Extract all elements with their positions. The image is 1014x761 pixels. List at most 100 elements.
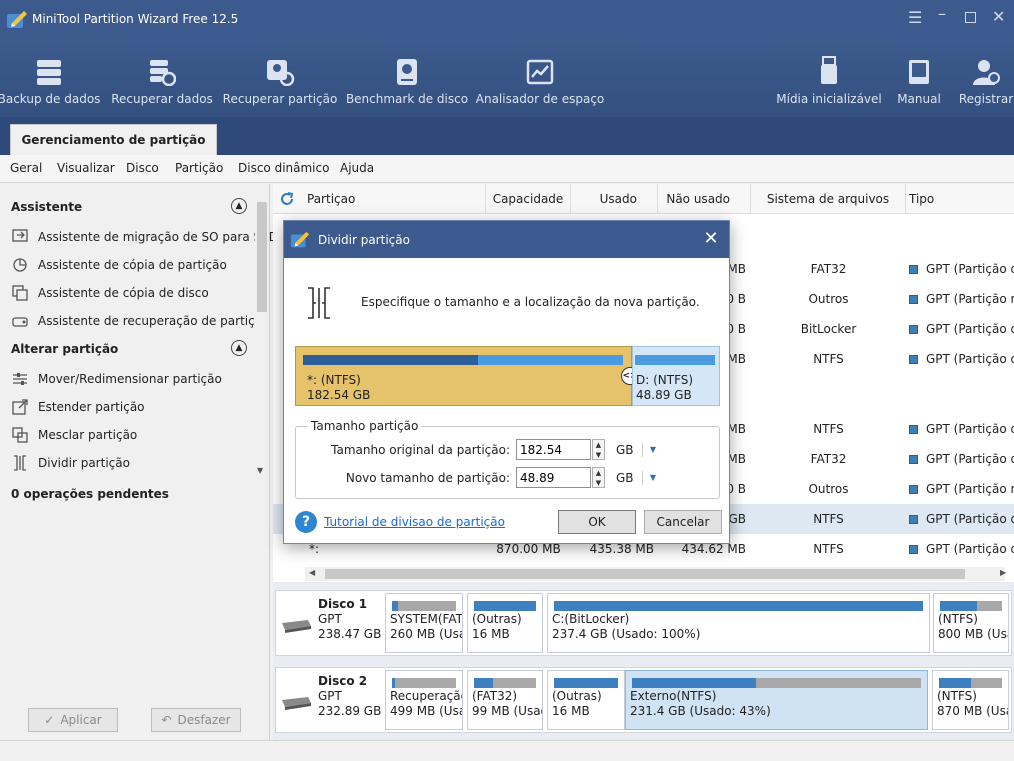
cell-type: GPT (Partição de — [909, 322, 1014, 336]
menu-view[interactable]: Visualizar — [57, 161, 115, 175]
scroll-down-icon[interactable]: ▼ — [257, 466, 263, 475]
disk-partition-block[interactable]: SYSTEM(FAT3260 MB (Usac — [385, 593, 463, 653]
original-size-stepper[interactable]: ▲ ▼ — [592, 439, 605, 460]
sidebar-item-label: Mesclar partição — [38, 428, 138, 442]
disk-2-info: Disco 2 GPT 232.89 GB — [318, 674, 381, 719]
manual-button[interactable]: Manual — [893, 40, 945, 117]
column-partition[interactable]: Partiçao — [307, 184, 486, 214]
menu-general[interactable]: Geral — [10, 161, 42, 175]
migrate-os-icon — [12, 229, 28, 242]
sidebar-item-label: Assistente de cópia de disco — [38, 286, 209, 300]
sidebar-item-label: Assistente de recuperação de partição — [38, 314, 270, 328]
menu-disk[interactable]: Disco — [126, 161, 159, 175]
recover-partition-button[interactable]: Recuperar partição — [223, 40, 337, 117]
help-icon[interactable]: ? — [295, 511, 317, 533]
check-icon: ✓ — [44, 713, 55, 727]
backup-label: Backup de dados — [0, 92, 101, 106]
sidebar-item-extend[interactable]: Estender partição — [12, 399, 145, 415]
cell-fs: FAT32 — [810, 452, 847, 466]
disk-2[interactable]: Disco 2 GPT 232.89 GB Recuperação 499 MB … — [275, 667, 1012, 733]
disk-partition-block[interactable]: C:(BitLocker) 237.4 GB (Usado: 100%) — [547, 593, 930, 653]
sidebar-item-merge[interactable]: Mesclar partição — [12, 427, 137, 443]
sidebar-item-partition-recovery[interactable]: Assistente de recuperação de partição — [12, 313, 269, 329]
disk-partition-block[interactable]: (FAT32)99 MB (Usado — [467, 670, 543, 730]
collapse-wizard-icon[interactable]: ▲ — [231, 198, 247, 214]
disk-1[interactable]: Disco 1 GPT 238.47 GB SYSTEM(FAT3 260 MB … — [275, 590, 1012, 656]
menu-bar: Geral Visualizar Disco Partição Disco di… — [0, 155, 1014, 183]
usb-icon — [821, 56, 837, 84]
cell-type: GPT (Partição re — [909, 482, 1014, 496]
new-size-input[interactable] — [516, 467, 591, 488]
minimize-icon[interactable]: – — [938, 4, 946, 23]
dialog-close-icon[interactable]: ✕ — [701, 229, 721, 249]
backup-button[interactable]: Backup de dados — [0, 40, 100, 117]
apply-button[interactable]: ✓ Aplicar — [28, 708, 118, 732]
space-analyzer-button[interactable]: Analisador de espaço — [476, 40, 604, 117]
partition-type-swatch — [909, 485, 918, 494]
disk-partition-block[interactable]: (Outras) 16 MB — [467, 593, 543, 653]
disk-benchmark-label: Benchmark de disco — [345, 92, 469, 106]
left-partition-block[interactable]: *: (NTFS) 182.54 GB — [295, 346, 632, 406]
column-capacity[interactable]: Capacidade — [486, 184, 571, 214]
menu-icon[interactable]: ☰ — [908, 8, 922, 27]
partition-name: C:(BitLocker) — [552, 612, 630, 626]
partition-type-swatch — [909, 455, 918, 464]
scroll-right-icon[interactable]: ▶ — [1000, 568, 1006, 577]
disk-partition-block[interactable]: (NTFS)800 MB (Usac — [933, 593, 1009, 653]
partition-size: 99 MB (Usado — [472, 704, 542, 718]
cancel-button[interactable]: Cancelar — [644, 510, 722, 534]
tutorial-link[interactable]: Tutorial de divisao de partição — [324, 515, 505, 529]
partition-size: 499 MB (Usac — [390, 704, 462, 718]
cell-fs: Outros — [808, 482, 849, 496]
chevron-down-icon[interactable]: ▼ — [642, 443, 656, 457]
column-type[interactable]: Tipo — [906, 184, 1014, 214]
recover-data-button[interactable]: Recuperar dados — [111, 40, 213, 117]
column-used[interactable]: Usado — [571, 184, 658, 214]
cell-fs: NTFS — [813, 352, 844, 366]
undo-button[interactable]: ↶ Desfazer — [151, 708, 241, 732]
refresh-icon[interactable] — [279, 191, 295, 207]
tab-partition-management[interactable]: Gerenciamento de partição — [10, 124, 217, 155]
disk-benchmark-button[interactable]: Benchmark de disco — [346, 40, 468, 117]
ok-button[interactable]: OK — [558, 510, 636, 534]
sidebar-item-os-migration[interactable]: Assistente de migração de SO para SSD — [12, 229, 278, 245]
sidebar-scrollbar[interactable]: ▼ — [255, 192, 269, 482]
bootable-media-button[interactable]: Mídia inicializável — [776, 40, 882, 117]
sidebar-item-label: Assistente de cópia de partição — [38, 258, 227, 272]
sidebar-scroll-thumb[interactable] — [257, 202, 267, 312]
sidebar-item-split[interactable]: Dividir partição — [12, 455, 130, 471]
sidebar-item-move-resize[interactable]: Mover/Redimensionar partição — [12, 371, 222, 387]
right-partition-block[interactable]: D: (NTFS) 48.89 GB — [632, 346, 720, 406]
scroll-left-icon[interactable]: ◀ — [309, 568, 315, 577]
menu-dynamic-disk[interactable]: Disco dinâmico — [238, 161, 329, 175]
column-unused[interactable]: Não usado — [658, 184, 751, 214]
disk-partition-block[interactable]: (NTFS)870 MB (Usac — [932, 670, 1009, 730]
type-text: GPT (Partição de — [926, 422, 1014, 436]
partition-name: Recuperação — [390, 689, 463, 703]
table-scroll-thumb[interactable] — [325, 569, 965, 579]
disk-partition-block[interactable]: Recuperação499 MB (Usac — [385, 670, 463, 730]
sidebar-item-label: Mover/Redimensionar partição — [38, 372, 222, 386]
usage-bar — [940, 601, 1002, 611]
new-size-label: Novo tamanho de partição: — [345, 471, 510, 485]
original-size-input[interactable] — [516, 439, 591, 460]
maximize-icon[interactable] — [965, 12, 976, 23]
sidebar-item-copy-partition[interactable]: Assistente de cópia de partição — [12, 257, 227, 273]
disk-partition-block[interactable]: Externo(NTFS) 231.4 GB (Usado: 43%) — [625, 670, 928, 730]
menu-partition[interactable]: Partição — [175, 161, 223, 175]
dialog-instruction: Especifique o tamanho e a localização da… — [361, 295, 700, 309]
disk-partition-block[interactable]: (Outras) 16 MB — [547, 670, 625, 730]
table-horizontal-scrollbar[interactable]: ◀ ▶ — [305, 567, 1006, 581]
collapse-change-icon[interactable]: ▲ — [231, 340, 247, 356]
register-button[interactable]: Registrar — [958, 40, 1014, 117]
column-filesystem[interactable]: Sistema de arquivos — [751, 184, 906, 214]
new-size-stepper[interactable]: ▲ ▼ — [592, 467, 605, 488]
close-icon[interactable]: ✕ — [992, 7, 1005, 26]
extend-icon — [12, 399, 28, 415]
sidebar-item-copy-disk[interactable]: Assistente de cópia de disco — [12, 285, 209, 301]
cell-type: GPT (Partição do — [909, 262, 1014, 276]
menu-help[interactable]: Ajuda — [340, 161, 374, 175]
usage-bar-fill — [474, 601, 536, 611]
sidebar: Assistente ▲ Assistente de migração de S… — [0, 184, 278, 740]
chevron-down-icon[interactable]: ▼ — [642, 471, 656, 485]
